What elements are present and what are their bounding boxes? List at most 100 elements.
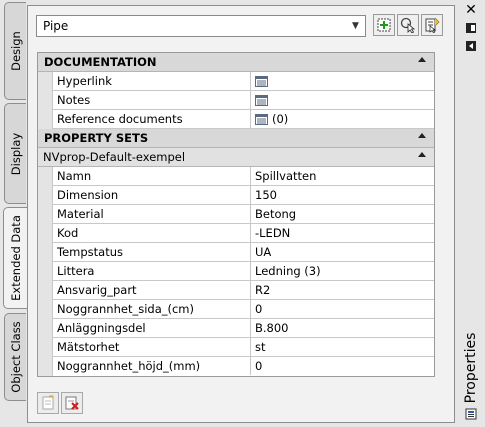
tab-extended-data-label: Extended Data	[9, 215, 23, 301]
tab-object-class-label: Object Class	[8, 321, 23, 393]
property-row[interactable]: Material Betong	[38, 205, 434, 224]
properties-menu-icon[interactable]	[464, 40, 478, 54]
add-property-sets-button[interactable]	[37, 392, 59, 414]
row-gutter	[38, 110, 53, 129]
property-value[interactable]: st	[251, 338, 434, 356]
property-sets-section-header[interactable]: PROPERTY SETS	[38, 129, 434, 148]
property-row[interactable]: Ansvarig_part R2	[38, 281, 434, 300]
property-name: Noggrannhet_höjd_(mm)	[53, 357, 251, 375]
collapse-icon[interactable]	[418, 152, 426, 157]
quick-select-button[interactable]	[421, 14, 443, 36]
property-value[interactable]: UA	[251, 243, 434, 261]
property-set-name: NVprop-Default-exempel	[43, 150, 186, 164]
property-name: Littera	[53, 262, 251, 280]
property-value[interactable]: Ledning (3)	[251, 262, 434, 280]
property-value[interactable]: Spillvatten	[251, 167, 434, 185]
property-value[interactable]: 150	[251, 186, 434, 204]
remove-document-icon	[65, 396, 79, 410]
property-name: Hyperlink	[53, 72, 251, 90]
property-value[interactable]: 0	[251, 300, 434, 318]
add-document-icon	[42, 395, 54, 410]
select-objects-icon	[400, 17, 416, 33]
close-icon[interactable]: ✕	[464, 3, 478, 17]
row-gutter	[38, 357, 53, 376]
object-type-dropdown[interactable]: Pipe ▼	[36, 15, 366, 37]
select-objects-button[interactable]	[397, 14, 419, 36]
tab-object-class[interactable]: Object Class	[4, 313, 26, 401]
property-row[interactable]: Tempstatus UA	[38, 243, 434, 262]
property-name: Tempstatus	[53, 243, 251, 261]
property-sets-title: PROPERTY SETS	[44, 131, 149, 145]
property-value[interactable]: -LEDN	[251, 224, 434, 242]
property-value[interactable]: Betong	[251, 205, 434, 223]
tab-display-label: Display	[8, 132, 23, 175]
list-document-icon[interactable]	[255, 76, 268, 87]
property-name: Reference documents	[53, 110, 251, 128]
property-row[interactable]: Littera Ledning (3)	[38, 262, 434, 281]
add-property-set-icon	[377, 18, 391, 32]
row-gutter	[38, 281, 53, 300]
palette-icon[interactable]	[464, 408, 478, 422]
row-gutter	[38, 319, 53, 338]
quick-select-icon	[425, 17, 440, 33]
property-name: Mätstorhet	[53, 338, 251, 356]
row-gutter	[38, 243, 53, 262]
reference-documents-value[interactable]: (0)	[251, 110, 434, 128]
palette-title: Properties	[463, 332, 479, 404]
property-name: Noggrannhet_sida_(cm)	[53, 300, 251, 318]
property-name: Kod	[53, 224, 251, 242]
documentation-section-header[interactable]: DOCUMENTATION	[38, 53, 434, 72]
chevron-down-icon[interactable]: ▼	[349, 19, 362, 33]
property-row[interactable]: Dimension 150	[38, 186, 434, 205]
tab-extended-data[interactable]: Extended Data	[3, 207, 28, 309]
auto-hide-icon[interactable]	[464, 22, 478, 36]
tab-design-label: Design	[8, 31, 23, 71]
property-name: Dimension	[53, 186, 251, 204]
notes-value[interactable]	[251, 91, 434, 109]
tab-design[interactable]: Design	[4, 2, 26, 100]
property-row[interactable]: Mätstorhet st	[38, 338, 434, 357]
row-gutter	[38, 186, 53, 205]
reference-documents-count: (0)	[272, 112, 289, 126]
row-gutter	[38, 338, 53, 357]
hyperlink-value[interactable]	[251, 72, 434, 90]
property-set-header[interactable]: NVprop-Default-exempel	[38, 148, 434, 167]
property-row[interactable]: Namn Spillvatten	[38, 167, 434, 186]
property-row[interactable]: Hyperlink	[38, 72, 434, 91]
palette-title-bar: ✕ Properties	[459, 0, 485, 427]
list-document-icon[interactable]	[255, 95, 268, 106]
row-gutter	[38, 167, 53, 186]
properties-palette: Design Display Extended Data Object Clas…	[0, 0, 485, 427]
row-gutter	[38, 224, 53, 243]
row-gutter	[38, 72, 53, 91]
row-gutter	[38, 262, 53, 281]
property-name: Material	[53, 205, 251, 223]
tab-display[interactable]: Display	[4, 103, 26, 204]
remove-property-sets-button[interactable]	[61, 392, 83, 414]
row-gutter	[38, 91, 53, 110]
property-value[interactable]: R2	[251, 281, 434, 299]
property-name: Anläggningsdel	[53, 319, 251, 337]
side-tabs: Design Display Extended Data Object Clas…	[2, 2, 28, 402]
list-document-icon[interactable]	[255, 114, 268, 125]
row-gutter	[38, 300, 53, 319]
property-value[interactable]: 0	[251, 357, 434, 375]
property-row[interactable]: Noggrannhet_höjd_(mm) 0	[38, 357, 434, 376]
property-row[interactable]: Notes	[38, 91, 434, 110]
object-type-value: Pipe	[43, 19, 69, 33]
property-grid: DOCUMENTATION Hyperlink Notes Reference …	[37, 52, 435, 377]
extended-data-panel: Pipe ▼ DOCUMENTATION Hyperlink Notes Ref…	[27, 5, 455, 423]
property-name: Ansvarig_part	[53, 281, 251, 299]
property-value[interactable]: B.800	[251, 319, 434, 337]
add-property-set-button[interactable]	[373, 14, 395, 36]
property-name: Notes	[53, 91, 251, 109]
property-row[interactable]: Noggrannhet_sida_(cm) 0	[38, 300, 434, 319]
property-row[interactable]: Kod -LEDN	[38, 224, 434, 243]
collapse-icon[interactable]	[418, 57, 426, 62]
collapse-icon[interactable]	[418, 133, 426, 138]
property-name: Namn	[53, 167, 251, 185]
row-gutter	[38, 205, 53, 224]
property-row[interactable]: Anläggningsdel B.800	[38, 319, 434, 338]
property-row[interactable]: Reference documents (0)	[38, 110, 434, 129]
documentation-title: DOCUMENTATION	[44, 55, 157, 69]
